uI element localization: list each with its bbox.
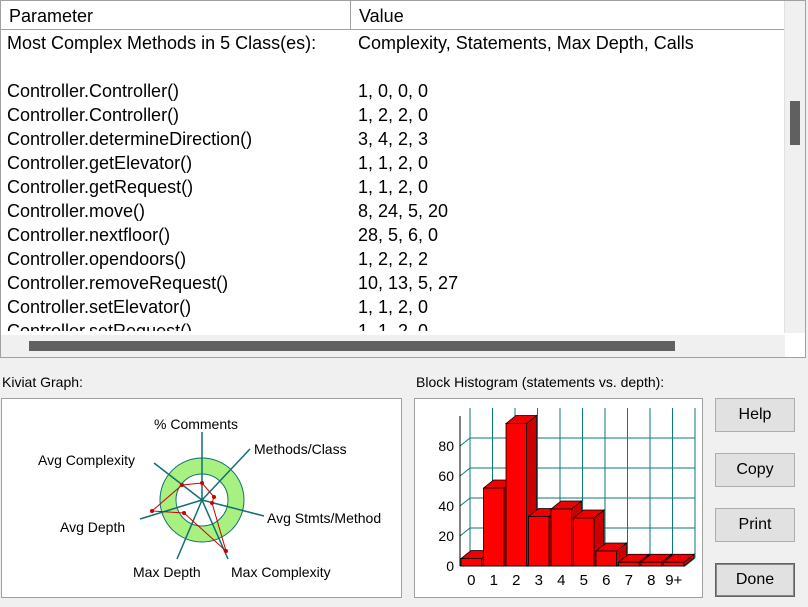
- x-tick-label: 0: [467, 572, 475, 589]
- print-button[interactable]: Print: [715, 508, 795, 542]
- value-cell: 1, 1, 2, 0: [358, 297, 429, 317]
- metrics-table[interactable]: Parameter Value Most Complex Methods in …: [0, 0, 806, 358]
- grid-line-depth: [459, 467, 471, 477]
- kiviat-axis-avg-stmts: Avg Stmts/Method: [267, 510, 381, 526]
- histogram-bar: [640, 561, 662, 567]
- table-body: Most Complex Methods in 5 Class(es): Comp…: [1, 31, 785, 331]
- horizontal-scroll-thumb[interactable]: [29, 341, 675, 351]
- value-cell: 1, 0, 0, 0: [358, 81, 429, 101]
- table-row[interactable]: Controller.getElevator() 1, 1, 2, 0: [1, 151, 785, 175]
- value-cell: 1, 1, 2, 0: [358, 177, 429, 197]
- table-row[interactable]: Controller.Controller() 1, 0, 0, 0: [1, 79, 785, 103]
- table-row[interactable]: Controller.Controller() 1, 2, 2, 0: [1, 103, 785, 127]
- y-tick-label: 80: [438, 438, 454, 454]
- parameter-cell: Controller.nextfloor(): [7, 225, 171, 245]
- kiviat-graph: % Comments Methods/Class Avg Stmts/Metho…: [1, 398, 402, 598]
- kiviat-label: Kiviat Graph:: [2, 374, 83, 390]
- table-row[interactable]: Controller.getRequest() 1, 1, 2, 0: [1, 175, 785, 199]
- x-tick-label: 2: [512, 572, 520, 589]
- table-row[interactable]: Controller.opendoors() 1, 2, 2, 2: [1, 247, 785, 271]
- y-tick-label: 40: [438, 498, 454, 514]
- histogram-svg: 0204060800 1 2 3 4 5 6 7 8 9+: [438, 408, 696, 589]
- histogram-label: Block Histogram (statements vs. depth):: [416, 374, 665, 390]
- parameter-cell: Controller.getElevator(): [7, 153, 193, 173]
- x-tick-label: 4: [557, 572, 565, 589]
- histogram-bar: [528, 516, 550, 567]
- parameter-cell: Controller.getRequest(): [7, 177, 194, 197]
- value-cell: 3, 4, 2, 3: [358, 129, 429, 149]
- kiviat-axis-max-complexity: Max Complexity: [231, 564, 331, 580]
- kiviat-axis-comments: % Comments: [154, 416, 238, 432]
- done-button[interactable]: Done: [715, 563, 795, 597]
- histogram-bar: [460, 558, 482, 567]
- histogram-bar: [483, 487, 505, 567]
- parameter-cell: Controller.removeRequest(): [7, 273, 229, 293]
- parameter-cell: Controller.Controller(): [7, 105, 180, 125]
- parameter-cell: Controller.move(): [7, 201, 146, 221]
- column-header-parameter[interactable]: Parameter: [1, 1, 351, 29]
- table-row[interactable]: [1, 55, 785, 79]
- table-row[interactable]: Most Complex Methods in 5 Class(es): Comp…: [1, 31, 785, 55]
- parameter-cell: Controller.opendoors(): [7, 249, 187, 269]
- vertical-scrollbar[interactable]: [784, 1, 805, 333]
- x-tick-label: 5: [580, 572, 588, 589]
- parameter-cell: Controller.setElevator(): [7, 297, 192, 317]
- grid-line-depth: [459, 437, 471, 447]
- histogram-bar: [505, 423, 527, 567]
- table-row[interactable]: Controller.determineDirection() 3, 4, 2, …: [1, 127, 785, 151]
- vertical-scroll-thumb[interactable]: [790, 101, 800, 145]
- kiviat-axis-avg-complexity: Avg Complexity: [38, 452, 135, 468]
- table-row[interactable]: Controller.setRequest() 1, 1, 2, 0: [1, 319, 785, 331]
- table-row[interactable]: Controller.move() 8, 24, 5, 20: [1, 199, 785, 223]
- histogram-bar: [663, 561, 685, 567]
- grid-line-depth: [459, 497, 471, 507]
- x-tick-label: 9+: [665, 572, 682, 589]
- grid-line-depth: [459, 527, 471, 537]
- y-tick-label: 60: [438, 468, 454, 484]
- kiviat-svg: % Comments Methods/Class Avg Stmts/Metho…: [38, 416, 381, 580]
- value-cell: 1, 2, 2, 2: [358, 249, 429, 269]
- x-tick-label: 8: [647, 572, 655, 589]
- x-tick-label: 7: [625, 572, 633, 589]
- parameter-cell: Controller.Controller(): [7, 81, 180, 101]
- histogram-bar: [618, 561, 640, 567]
- kiviat-axis-avg-depth: Avg Depth: [60, 519, 125, 535]
- kiviat-axis-methods-class: Methods/Class: [254, 441, 347, 457]
- value-cell: 8, 24, 5, 20: [358, 201, 449, 221]
- parameter-cell: Controller.determineDirection(): [7, 129, 253, 149]
- block-histogram: 0 20 40 60 80 0 1 2 3 4 5 6 7 8 9+: [414, 398, 703, 598]
- horizontal-scrollbar[interactable]: [1, 335, 785, 357]
- copy-button[interactable]: Copy: [715, 453, 795, 487]
- table-header: Parameter Value: [1, 1, 785, 30]
- histogram-bar: [550, 508, 572, 567]
- table-row[interactable]: Controller.nextfloor() 28, 5, 6, 0: [1, 223, 785, 247]
- parameter-cell: Most Complex Methods in 5 Class(es):: [7, 33, 317, 53]
- column-header-value[interactable]: Value: [351, 1, 785, 29]
- histogram-bar: [573, 517, 595, 567]
- help-button[interactable]: Help: [715, 398, 795, 432]
- kiviat-axis-max-depth: Max Depth: [133, 564, 201, 580]
- x-tick-label: 3: [535, 572, 543, 589]
- value-cell: Complexity, Statements, Max Depth, Calls: [358, 33, 694, 53]
- x-tick-label: 6: [602, 572, 610, 589]
- value-cell: 28, 5, 6, 0: [358, 225, 439, 245]
- y-tick-label: 0: [446, 558, 454, 574]
- value-cell: 1, 1, 2, 0: [358, 153, 429, 173]
- value-cell: 10, 13, 5, 27: [358, 273, 459, 293]
- table-row[interactable]: Controller.removeRequest() 10, 13, 5, 27: [1, 271, 785, 295]
- parameter-cell: Controller.setRequest(): [7, 321, 193, 331]
- x-tick-label: 1: [490, 572, 498, 589]
- y-tick-label: 20: [438, 528, 454, 544]
- table-row[interactable]: Controller.setElevator() 1, 1, 2, 0: [1, 295, 785, 319]
- histogram-bar: [595, 550, 617, 567]
- value-cell: 1, 2, 2, 0: [358, 105, 429, 125]
- value-cell: 1, 1, 2, 0: [358, 321, 429, 331]
